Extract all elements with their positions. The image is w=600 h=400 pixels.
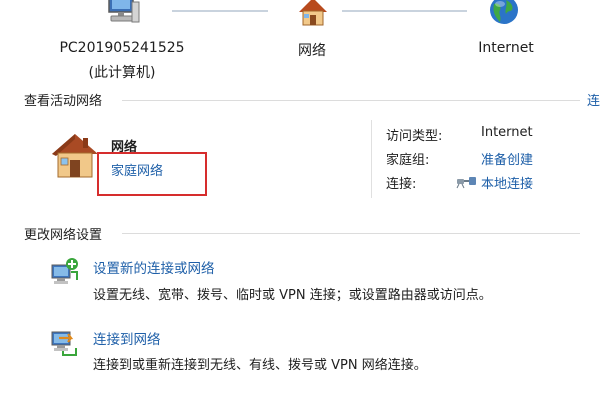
properties-divider (371, 120, 372, 198)
connect-to-network-link[interactable]: 连接到网络 (93, 328, 161, 348)
setup-new-connection-description: 设置无线、宽带、拨号、临时或 VPN 连接；或设置路由器或访问点。 (93, 288, 492, 303)
access-type-value: Internet (481, 125, 533, 140)
access-type-label: 访问类型: (386, 129, 443, 144)
map-link-network-internet (342, 10, 467, 12)
computer-icon[interactable] (102, 0, 142, 26)
setup-connection-icon (49, 256, 79, 286)
house-icon[interactable] (296, 0, 330, 26)
connect-network-icon (49, 326, 79, 358)
active-networks-rule (122, 100, 580, 101)
homegroup-link[interactable]: 准备创建 (481, 149, 533, 168)
highlight-annotation-box (97, 152, 207, 196)
house-icon (50, 132, 100, 180)
setup-new-connection-link[interactable]: 设置新的连接或网络 (93, 257, 215, 277)
homegroup-label: 家庭组: (386, 153, 430, 168)
connect-or-disconnect-link[interactable]: 连 (587, 90, 600, 109)
globe-icon[interactable] (488, 0, 520, 28)
local-connection-link[interactable]: 本地连接 (481, 173, 533, 192)
connect-to-network-description: 连接到或重新连接到无线、有线、拨号或 VPN 网络连接。 (93, 358, 427, 373)
network-plug-icon (456, 173, 478, 189)
computer-subtitle: (此计算机) (88, 65, 156, 81)
internet-node-label: Internet (478, 40, 534, 56)
network-node-label: 网络 (298, 43, 326, 59)
computer-name: PC201905241525 (59, 40, 185, 56)
connections-label: 连接: (386, 177, 417, 192)
active-networks-title: 查看活动网络 (24, 94, 103, 109)
map-link-computer-network (172, 10, 268, 12)
change-settings-title: 更改网络设置 (24, 228, 103, 243)
change-settings-rule (122, 233, 580, 234)
